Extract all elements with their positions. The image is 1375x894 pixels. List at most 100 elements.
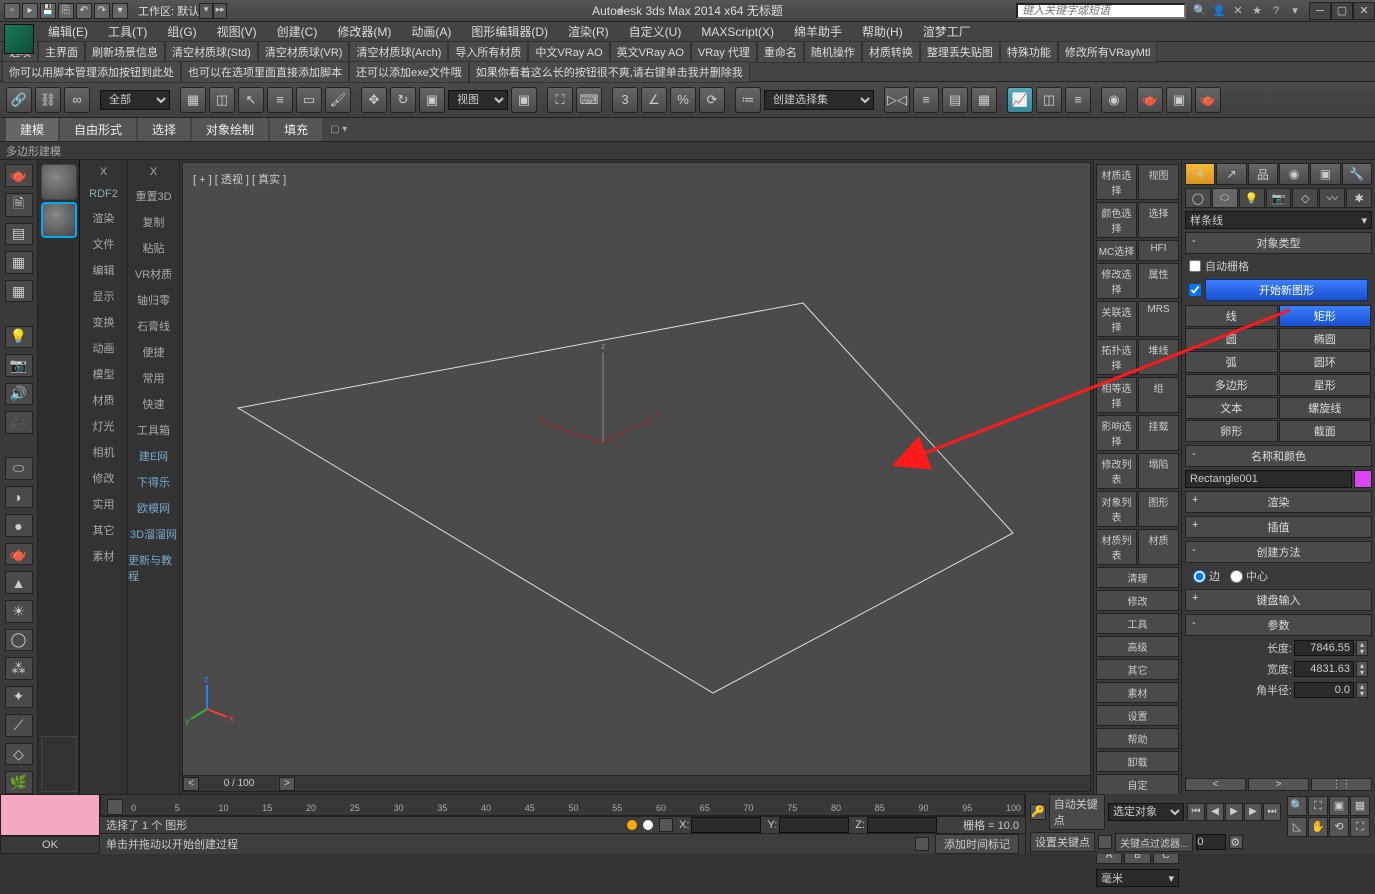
length-spinner[interactable]: ▴▾ <box>1356 640 1368 656</box>
rg-button[interactable]: 修改选择 <box>1096 263 1137 299</box>
category-item[interactable]: 素材 <box>93 548 115 564</box>
select-name-icon[interactable]: ≡ <box>267 87 293 113</box>
bone-icon[interactable]: ⟋ <box>5 714 33 737</box>
mirror-icon[interactable]: ▷◁ <box>884 87 910 113</box>
menu-item[interactable]: 渲梦工厂 <box>913 23 981 40</box>
shape-button[interactable]: 螺旋线 <box>1279 397 1372 419</box>
light-icon[interactable]: 💡 <box>5 326 33 349</box>
select-window-icon[interactable]: ◫ <box>209 87 235 113</box>
rg-button[interactable]: 其它 <box>1096 659 1179 680</box>
sub-cameras[interactable]: 📷 <box>1266 188 1292 208</box>
startnew-checkbox[interactable] <box>1189 284 1201 296</box>
select-crossing-icon[interactable]: ▦ <box>180 87 206 113</box>
link-item[interactable]: 下得乐 <box>137 474 170 490</box>
plus-icon[interactable]: ▾ <box>112 3 128 19</box>
grass-icon[interactable]: 🌿 <box>5 771 33 794</box>
render-setup-icon[interactable]: 🫖 <box>1137 87 1163 113</box>
undo-icon[interactable]: ↶ <box>76 3 92 19</box>
shape-button[interactable]: 圆 <box>1185 328 1278 350</box>
zoom-icon[interactable]: 🔍 <box>1287 796 1307 816</box>
zoom-extents-all-icon[interactable]: ▦ <box>1350 796 1370 816</box>
category-item[interactable]: 文件 <box>93 236 115 252</box>
length-input[interactable] <box>1294 640 1354 656</box>
action-item[interactable]: 复制 <box>143 214 165 230</box>
tab-freeform[interactable]: 自由形式 <box>60 118 136 141</box>
category-item[interactable]: 动画 <box>93 340 115 356</box>
unlink-icon[interactable]: ⛓ <box>35 87 61 113</box>
tab-select[interactable]: 选择 <box>138 118 190 141</box>
rollout-name-color[interactable]: -名称和颜色 <box>1185 445 1372 467</box>
rg-button[interactable]: 工具 <box>1096 613 1179 634</box>
curve-editor-icon[interactable]: 📈 <box>1007 87 1033 113</box>
category-item[interactable]: RDF2 <box>89 188 118 200</box>
align-icon[interactable]: ≡ <box>913 87 939 113</box>
color-swatch[interactable] <box>1354 470 1372 488</box>
category-item[interactable]: 材质 <box>93 392 115 408</box>
action-item[interactable]: 石膏线 <box>137 318 170 334</box>
link-item[interactable]: 更新与教程 <box>128 552 179 584</box>
menu-item[interactable]: 工具(T) <box>98 23 157 40</box>
ball-icon[interactable]: ◯ <box>5 629 33 652</box>
category-item[interactable]: 模型 <box>93 366 115 382</box>
action-item[interactable]: 常用 <box>143 370 165 386</box>
selection-filter[interactable]: 全部 <box>100 90 170 110</box>
tab-modify[interactable]: ↗ <box>1216 163 1246 185</box>
keymode-icon[interactable] <box>1098 835 1112 849</box>
start-new-shape-button[interactable]: 开始新图形 <box>1205 279 1368 301</box>
key-filter-button[interactable]: 关键点过滤器... <box>1115 833 1193 852</box>
category-item[interactable]: 其它 <box>93 522 115 538</box>
obj-preview-2[interactable] <box>41 202 77 238</box>
script-button[interactable]: 导入所有材质 <box>448 41 528 63</box>
rg-button[interactable]: 塌陷 <box>1138 453 1179 489</box>
menu-item[interactable]: 组(G) <box>157 23 206 40</box>
rg-button[interactable]: 清理 <box>1096 567 1179 588</box>
action-item[interactable]: 轴归零 <box>137 292 170 308</box>
select-region-icon[interactable]: ▭ <box>296 87 322 113</box>
grid-icon[interactable]: ▦ <box>5 280 33 303</box>
action-item[interactable]: 重置3D <box>135 188 171 204</box>
sub-shapes[interactable]: ⬭ <box>1212 188 1238 208</box>
keyboard-icon[interactable]: ⌨ <box>576 87 602 113</box>
script-button[interactable]: 也可以在选项里面直接添加脚本 <box>181 61 349 83</box>
sub-helpers[interactable]: ◇ <box>1292 188 1318 208</box>
viewport[interactable]: [ + ] [ 透视 ] [ 真实 ] z y x z y x < 0 / 10… <box>182 162 1091 792</box>
rg-button[interactable]: 选择 <box>1138 202 1179 238</box>
anglesnap-icon[interactable]: ∠ <box>641 87 667 113</box>
category-item[interactable]: 编辑 <box>93 262 115 278</box>
tab-create[interactable]: ✳ <box>1185 163 1215 185</box>
menu-icon[interactable]: ▾ <box>1287 3 1303 19</box>
play-icon[interactable]: ▶ <box>1225 803 1243 821</box>
menu-item[interactable]: 编辑(E) <box>38 23 98 40</box>
named-sel-set[interactable]: 创建选择集 <box>764 90 874 110</box>
shape-button[interactable]: 圆环 <box>1279 351 1372 373</box>
new-icon[interactable]: ▫ <box>4 3 20 19</box>
app-logo[interactable] <box>4 24 34 54</box>
save-icon[interactable]: 💾 <box>40 3 56 19</box>
x-icon[interactable]: ✕ <box>1230 3 1246 19</box>
fov-icon[interactable]: ◺ <box>1287 817 1307 837</box>
shape-button[interactable]: 弧 <box>1185 351 1278 373</box>
menu-item[interactable]: 自定义(U) <box>619 23 692 40</box>
panel-nav-right[interactable]: > <box>1248 778 1309 791</box>
sphere-icon[interactable]: ● <box>5 514 33 537</box>
minimize-button[interactable]: ─ <box>1309 2 1331 20</box>
shape-category-dropdown[interactable]: 样条线▾ <box>1185 211 1372 229</box>
rg-button[interactable]: 颜色选择 <box>1096 202 1137 238</box>
shape-button[interactable]: 文本 <box>1185 397 1278 419</box>
current-color[interactable] <box>0 794 100 836</box>
action-item[interactable]: 粘贴 <box>143 240 165 256</box>
link-item[interactable]: 3D溜溜网 <box>130 526 177 542</box>
rotate-icon[interactable]: ↻ <box>390 87 416 113</box>
tab-populate[interactable]: 填充 <box>270 118 322 141</box>
menu-item[interactable]: 修改器(M) <box>327 23 401 40</box>
rg-button[interactable]: MRS <box>1138 301 1179 337</box>
rg-button[interactable]: 卸载 <box>1096 751 1179 772</box>
bind-icon[interactable]: ∞ <box>64 87 90 113</box>
manip-icon[interactable]: ⛶ <box>547 87 573 113</box>
radius-spinner[interactable]: ▴▾ <box>1356 682 1368 698</box>
render-frame-icon[interactable]: ▣ <box>1166 87 1192 113</box>
material-icon[interactable]: ◉ <box>1101 87 1127 113</box>
menu-item[interactable]: 动画(A) <box>401 23 461 40</box>
help-icon[interactable]: ? <box>1268 3 1284 19</box>
teapot2-icon[interactable]: 🫖 <box>5 543 33 566</box>
